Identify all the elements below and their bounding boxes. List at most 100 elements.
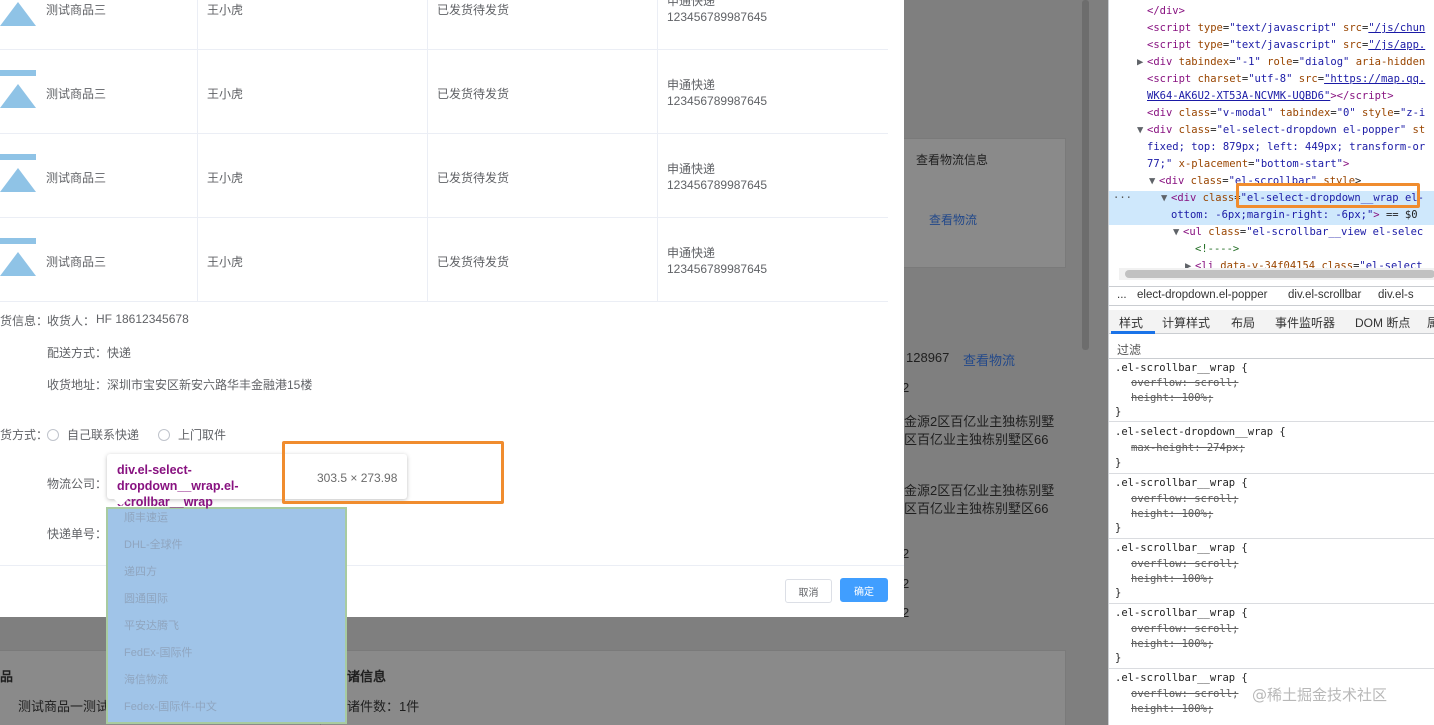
- receiver-cell: 王小虎: [198, 134, 428, 218]
- css-selector[interactable]: .el-scrollbar__wrap {: [1115, 477, 1248, 489]
- delivery-value: 快递: [107, 346, 132, 360]
- css-selector[interactable]: .el-scrollbar__wrap {: [1115, 542, 1248, 554]
- bg-address-line: 区百亿业主独栋别墅区66: [904, 501, 1049, 516]
- css-property[interactable]: overflow: scroll;: [1131, 493, 1238, 505]
- product-name: 测试商品三: [46, 171, 107, 185]
- css-selector[interactable]: .el-scrollbar__wrap {: [1115, 672, 1248, 684]
- address-label: 收货地址：: [47, 378, 108, 392]
- more-icon[interactable]: ···: [1113, 192, 1132, 204]
- css-property[interactable]: height: 100%;: [1131, 392, 1213, 404]
- tab-layout[interactable]: 布局: [1231, 314, 1255, 331]
- receiver-label: 收货人：: [47, 314, 96, 328]
- css-property[interactable]: height: 100%;: [1131, 508, 1213, 520]
- dropdown-option[interactable]: 海信物流: [124, 671, 168, 687]
- dom-line[interactable]: <!---->: [1195, 243, 1239, 255]
- dropdown-option[interactable]: Fedex-国际件-中文: [124, 698, 217, 714]
- courier-cell: 申通快递 123456789987645: [658, 134, 888, 218]
- dropdown-option[interactable]: 递四方: [124, 563, 157, 579]
- tab-properties[interactable]: 属: [1427, 314, 1434, 331]
- tab-styles[interactable]: 样式: [1119, 314, 1143, 331]
- dom-line[interactable]: ottom: -6px;margin-right: -6px;"> == $0: [1171, 209, 1418, 221]
- product-image-icon: [0, 70, 36, 110]
- bg-logistic-panel: [320, 650, 1066, 725]
- breadcrumb-item[interactable]: elect-dropdown.el-popper: [1137, 289, 1267, 301]
- dom-line[interactable]: ▶ <div tabindex="-1" role="dialog" aria-h…: [1137, 56, 1425, 68]
- dom-line[interactable]: <script type="text/javascript" src="/js/…: [1147, 39, 1425, 51]
- courier-name: 申通快递: [667, 162, 716, 176]
- dom-line[interactable]: fixed; top: 879px; left: 449px; transfor…: [1147, 141, 1425, 153]
- courier-name: 申通快递: [667, 0, 716, 8]
- css-selector[interactable]: .el-scrollbar__wrap {: [1115, 607, 1248, 619]
- confirm-button[interactable]: 确定: [840, 578, 888, 602]
- dom-line[interactable]: 77;" x-placement="bottom-start">: [1147, 158, 1349, 170]
- dom-line[interactable]: <div class="v-modal" tabindex="0" style=…: [1147, 107, 1425, 119]
- dom-line[interactable]: </div>: [1147, 5, 1185, 17]
- devtools-panel: </div> <script type="text/javascript" sr…: [1108, 0, 1434, 725]
- css-property[interactable]: overflow: scroll;: [1131, 558, 1238, 570]
- view-logistics-link[interactable]: 查看物流: [929, 211, 977, 228]
- css-rule: .el-scrollbar__wrap { overflow: scroll; …: [1109, 360, 1434, 422]
- dom-line[interactable]: <script charset="utf-8" src="https://map…: [1147, 73, 1425, 85]
- dom-scroll-thumb[interactable]: [1125, 270, 1434, 278]
- dropdown-option[interactable]: DHL-全球件: [124, 536, 183, 552]
- css-property[interactable]: overflow: scroll;: [1131, 688, 1238, 700]
- highlight-box-dom: [1236, 183, 1420, 208]
- table-row: 测试商品三 王小虎 已发货待发货 申通快递 123456789987645: [0, 0, 888, 50]
- courier-dropdown[interactable]: 顺丰速运 DHL-全球件 递四方 圆通国际 平安达腾飞 FedEx-国际件 海信…: [106, 507, 347, 724]
- address-value: 深圳市宝安区新安六路华丰金融港15楼: [107, 378, 313, 392]
- css-brace: }: [1115, 522, 1122, 534]
- dropdown-option[interactable]: 顺丰速运: [124, 509, 168, 525]
- dropdown-option[interactable]: 圆通国际: [124, 590, 168, 606]
- receiver-name: 王小虎: [207, 87, 244, 101]
- css-property[interactable]: overflow: scroll;: [1131, 623, 1238, 635]
- css-property[interactable]: height: 100%;: [1131, 573, 1213, 585]
- css-selector[interactable]: .el-select-dropdown__wrap {: [1115, 426, 1286, 438]
- css-rule: .el-scrollbar__wrap { overflow: scroll; …: [1109, 475, 1434, 539]
- courier-name: 申通快递: [667, 78, 716, 92]
- product-name: 测试商品三: [46, 255, 107, 269]
- product-cell: 测试商品三: [0, 134, 198, 218]
- bg-goods-title: 品: [0, 669, 14, 684]
- table-row: 测试商品三 王小虎 已发货待发货 申通快递 123456789987645: [0, 218, 888, 302]
- css-selector[interactable]: .el-scrollbar__wrap {: [1115, 362, 1248, 374]
- breadcrumb-item[interactable]: div.el-scrollbar: [1288, 289, 1361, 301]
- tracking-view-link[interactable]: 查看物流: [963, 350, 1015, 369]
- bg-address-line: 区百亿业主独栋别墅区66: [904, 432, 1049, 447]
- css-brace: }: [1115, 652, 1122, 664]
- css-property[interactable]: overflow: scroll;: [1131, 377, 1238, 389]
- dom-line[interactable]: ▼ <div class="el-select-dropdown el-poppe…: [1137, 124, 1425, 136]
- breadcrumb-more[interactable]: ...: [1117, 289, 1127, 301]
- radio-pickup[interactable]: 上门取件: [158, 426, 226, 443]
- ship-status: 已发货待发货: [437, 255, 510, 269]
- tooltip-arrow-icon: [114, 499, 128, 506]
- tab-event-listeners[interactable]: 事件监听器: [1275, 314, 1335, 331]
- breadcrumb-item[interactable]: div.el-s: [1378, 289, 1414, 301]
- dom-line[interactable]: WK64-AK6U2-XT53A-NCVMK-UQBD6"></script>: [1147, 90, 1394, 102]
- dropdown-option[interactable]: FedEx-国际件: [124, 644, 192, 660]
- dropdown-option[interactable]: 平安达腾飞: [124, 617, 179, 633]
- styles-filter-input[interactable]: 过滤: [1117, 341, 1141, 358]
- tab-computed[interactable]: 计算样式: [1162, 314, 1210, 331]
- css-property[interactable]: height: 100%;: [1131, 703, 1213, 715]
- page-scrollbar[interactable]: [1082, 0, 1089, 350]
- product-image-icon: [0, 154, 36, 194]
- css-property[interactable]: max-height: 274px;: [1131, 442, 1245, 454]
- radio-pickup-label: 上门取件: [178, 428, 227, 442]
- company-label: 物流公司：: [47, 477, 108, 491]
- active-tab-indicator: [1111, 331, 1155, 334]
- product-image-icon: [0, 238, 36, 278]
- radio-self-contact[interactable]: 自己联系快递: [47, 426, 139, 443]
- receiver-value: HF 18612345678: [96, 312, 189, 326]
- dom-line[interactable]: <script type="text/javascript" src="/js/…: [1147, 22, 1425, 34]
- cancel-button[interactable]: 取消: [785, 579, 832, 603]
- receiver-name: 王小虎: [207, 3, 244, 17]
- receiver-cell: 王小虎: [198, 0, 428, 50]
- css-rule: .el-scrollbar__wrap { overflow: scroll; …: [1109, 605, 1434, 669]
- css-rule: .el-scrollbar__wrap { overflow: scroll; …: [1109, 540, 1434, 604]
- receiver-cell: 王小虎: [198, 50, 428, 134]
- tab-dom-breakpoints[interactable]: DOM 断点: [1355, 314, 1410, 331]
- receiver-cell: 王小虎: [198, 218, 428, 302]
- dom-line[interactable]: ▼ <ul class="el-scrollbar__view el-selec: [1173, 226, 1423, 238]
- bg-address-line: 金源2区百亿业主独栋别墅: [904, 414, 1055, 429]
- css-property[interactable]: height: 100%;: [1131, 638, 1213, 650]
